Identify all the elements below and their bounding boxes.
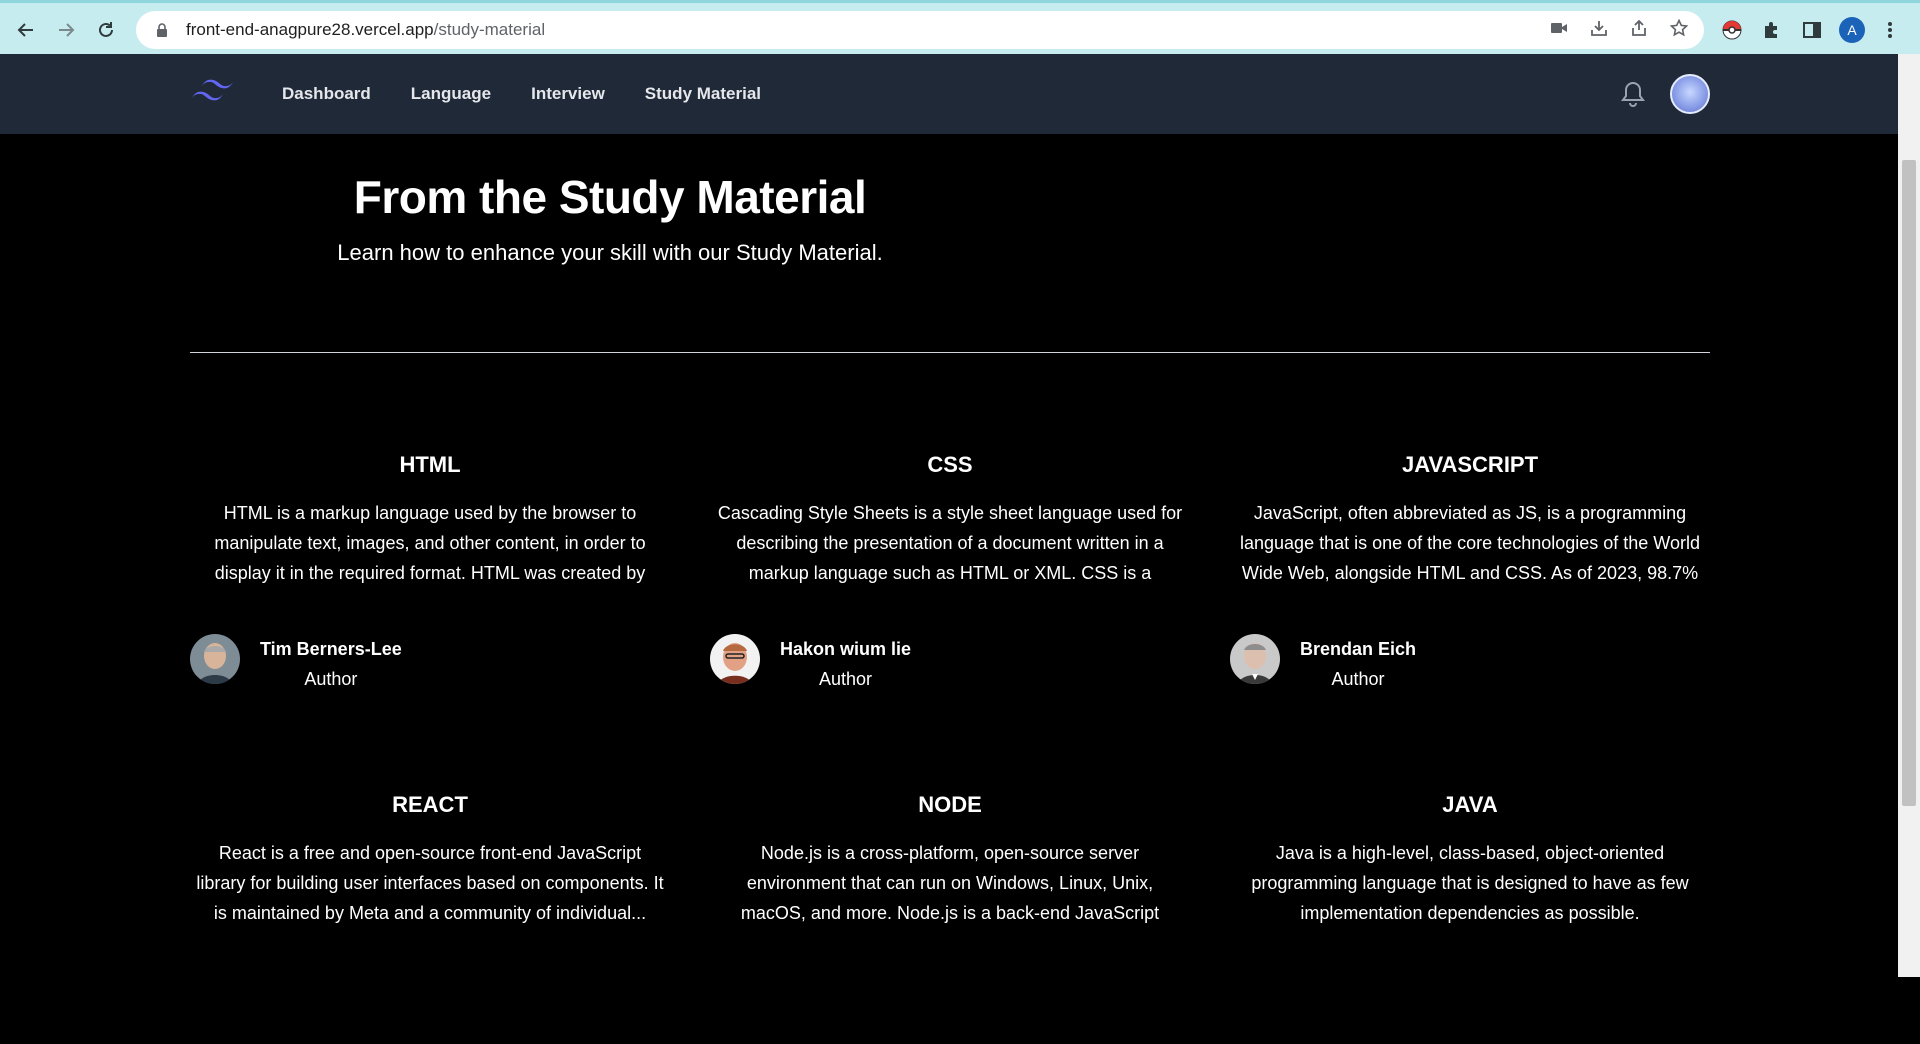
card-css[interactable]: CSS Cascading Style Sheets is a style sh… xyxy=(710,446,1190,704)
card-node[interactable]: NODE Node.js is a cross-platform, open-s… xyxy=(710,786,1190,1044)
card-title: HTML xyxy=(399,452,461,477)
bookmark-star-icon[interactable] xyxy=(1669,18,1689,42)
card-description: HTML is a markup language used by the br… xyxy=(214,503,646,583)
author-role: Author xyxy=(304,669,358,689)
card-react[interactable]: REACT React is a free and open-source fr… xyxy=(190,786,670,1044)
side-panel-icon[interactable] xyxy=(1798,16,1826,44)
card-title: JAVASCRIPT xyxy=(1401,452,1539,477)
card-html[interactable]: HTML HTML is a markup language used by t… xyxy=(190,446,670,704)
install-app-icon[interactable] xyxy=(1590,19,1608,42)
share-icon[interactable] xyxy=(1630,19,1648,42)
card-title: CSS xyxy=(927,452,973,477)
forward-icon[interactable] xyxy=(52,16,80,44)
tailwind-logo-icon[interactable] xyxy=(190,78,236,111)
author-photo xyxy=(1230,634,1280,684)
nav-dashboard-link[interactable]: Dashboard xyxy=(262,74,391,114)
author-name: Tim Berners-Lee xyxy=(260,639,402,659)
section-divider xyxy=(190,352,1710,353)
nav-interview-link[interactable]: Interview xyxy=(511,74,625,114)
author-photo xyxy=(190,634,240,684)
card-author: Tim Berners-Lee Author xyxy=(190,634,670,694)
page-scrollbar-thumb[interactable] xyxy=(1902,160,1916,806)
reload-icon[interactable] xyxy=(92,16,120,44)
card-description: Node.js is a cross-platform, open-source… xyxy=(740,843,1160,923)
profile-avatar: A xyxy=(1839,17,1865,43)
card-author: Hakon wium lie Author xyxy=(710,634,1190,694)
address-bar[interactable]: front-end-anagpure28.vercel.app/study-ma… xyxy=(136,11,1704,49)
page-title: From the Study Material xyxy=(353,171,867,223)
pokeball-extension-icon[interactable] xyxy=(1718,16,1746,44)
study-material-grid: HTML HTML is a markup language used by t… xyxy=(190,446,1710,1044)
card-description: Java is a high-level, class-based, objec… xyxy=(1251,843,1689,923)
author-name: Brendan Eich xyxy=(1300,639,1417,659)
main-nav: Dashboard Language Interview Study Mater… xyxy=(262,54,781,134)
card-title: NODE xyxy=(918,792,982,817)
card-author: Brendan Eich Author xyxy=(1230,634,1710,694)
author-role: Author xyxy=(818,669,873,689)
card-description: JavaScript, often abbreviated as JS, is … xyxy=(1240,503,1700,583)
app-navbar: Dashboard Language Interview Study Mater… xyxy=(0,54,1898,134)
card-description: React is a free and open-source front-en… xyxy=(196,843,664,923)
user-avatar[interactable] xyxy=(1670,74,1710,114)
extensions-puzzle-icon[interactable] xyxy=(1758,16,1786,44)
nav-language-link[interactable]: Language xyxy=(391,74,511,114)
nav-study-material-link[interactable]: Study Material xyxy=(625,74,781,114)
card-description: Cascading Style Sheets is a style sheet … xyxy=(717,503,1183,583)
card-title: REACT xyxy=(392,792,468,817)
author-name: Hakon wium lie xyxy=(780,639,912,659)
author-role: Author xyxy=(1331,669,1385,689)
browser-toolbar: front-end-anagpure28.vercel.app/study-ma… xyxy=(0,0,1920,54)
profile-button[interactable]: A xyxy=(1838,16,1866,44)
page-subtitle: Learn how to enhance your skill with our… xyxy=(337,240,883,265)
back-icon[interactable] xyxy=(12,16,40,44)
author-photo xyxy=(710,634,760,684)
notification-bell-icon[interactable] xyxy=(1620,80,1646,113)
url-text: front-end-anagpure28.vercel.app/study-ma… xyxy=(186,20,546,39)
card-java[interactable]: JAVA Java is a high-level, class-based, … xyxy=(1230,786,1710,1044)
card-javascript[interactable]: JAVASCRIPT JavaScript, often abbreviated… xyxy=(1230,446,1710,704)
lock-icon xyxy=(152,23,172,37)
card-title: JAVA xyxy=(1442,792,1498,817)
menu-kebab-icon[interactable] xyxy=(1876,16,1904,44)
camera-icon[interactable] xyxy=(1550,21,1568,40)
